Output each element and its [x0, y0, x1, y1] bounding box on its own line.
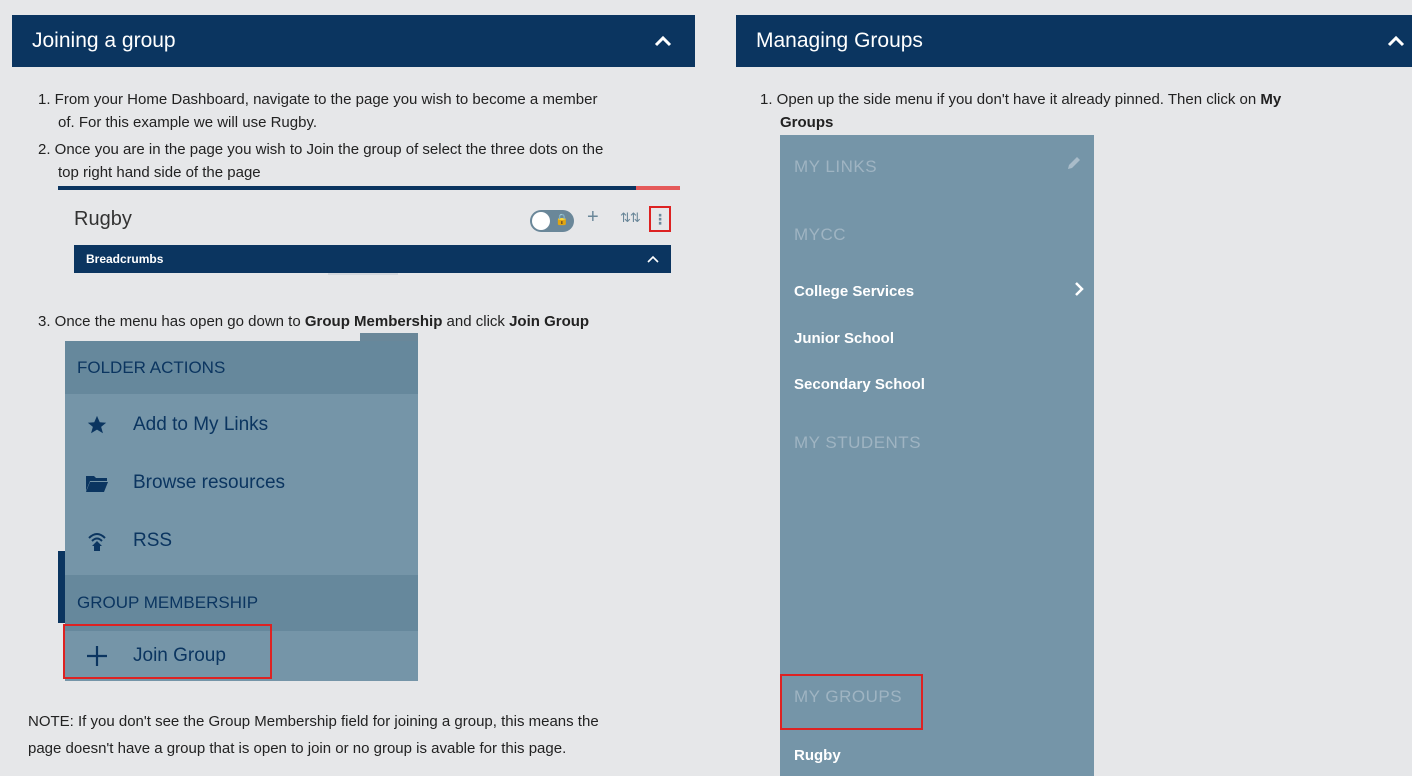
- managing-step1-text: 1. Open up the side menu if you don't ha…: [760, 91, 1282, 131]
- folder-icon: [83, 473, 111, 493]
- folder-actions-menu-screenshot: FOLDER ACTIONS Add to My Links Browse re…: [58, 333, 418, 681]
- rugby-group-link: Rugby: [794, 747, 841, 764]
- folder-actions-heading: FOLDER ACTIONS: [65, 341, 418, 394]
- collapse-caret-icon[interactable]: [651, 29, 675, 53]
- page-title: Rugby: [74, 208, 132, 230]
- chevron-up-icon: [647, 252, 659, 266]
- rss-item: RSS: [65, 512, 418, 570]
- joining-group-header[interactable]: Joining a group: [12, 15, 695, 67]
- star-icon: [83, 414, 111, 436]
- my-students-heading: MY STUDENTS: [794, 433, 922, 452]
- step3-text: 3. Once the menu has open go down to Gro…: [38, 313, 590, 330]
- chevron-right-icon: [1074, 281, 1084, 302]
- group-membership-heading: GROUP MEMBERSHIP: [65, 575, 418, 631]
- add-to-my-links-item: Add to My Links: [65, 396, 418, 454]
- lock-toggle: 🔒: [530, 210, 574, 232]
- junior-school-link: Junior School: [794, 330, 895, 347]
- my-groups-highlight: [780, 674, 923, 730]
- breadcrumbs-bar: Breadcrumbs: [74, 245, 671, 273]
- managing-groups-header[interactable]: Managing Groups: [736, 15, 1412, 67]
- browse-resources-item: Browse resources: [65, 454, 418, 512]
- my-links-heading: MY LINKS: [794, 157, 878, 176]
- breadcrumbs-label: Breadcrumbs: [86, 252, 164, 266]
- panel-title: Joining a group: [32, 29, 176, 52]
- note-text: NOTE: If you don't see the Group Members…: [28, 713, 599, 757]
- pencil-icon: [1066, 155, 1082, 176]
- panel-title: Managing Groups: [756, 29, 923, 52]
- college-services-link: College Services: [794, 283, 915, 300]
- join-group-highlight: [63, 624, 272, 679]
- step2-text: 2. Once you are in the page you wish to …: [38, 141, 604, 181]
- collapse-caret-icon[interactable]: [1384, 29, 1408, 53]
- step1-text: 1. From your Home Dashboard, navigate to…: [38, 91, 598, 131]
- mycc-heading: MYCC: [794, 225, 847, 244]
- secondary-school-link: Secondary School: [794, 376, 925, 393]
- three-dots-menu-icon: ⋮: [649, 206, 671, 232]
- sliders-icon: ⇅⇅: [620, 210, 641, 225]
- lock-icon: 🔒: [555, 214, 569, 226]
- rss-icon: [83, 530, 111, 552]
- rugby-page-header-screenshot: Rugby 🔒 + ⇅⇅ ⋮ Breadcrumbs: [58, 186, 680, 278]
- side-menu-screenshot: MY LINKS MYCC College Services Junior Sc…: [780, 135, 1094, 776]
- plus-icon: +: [587, 206, 599, 228]
